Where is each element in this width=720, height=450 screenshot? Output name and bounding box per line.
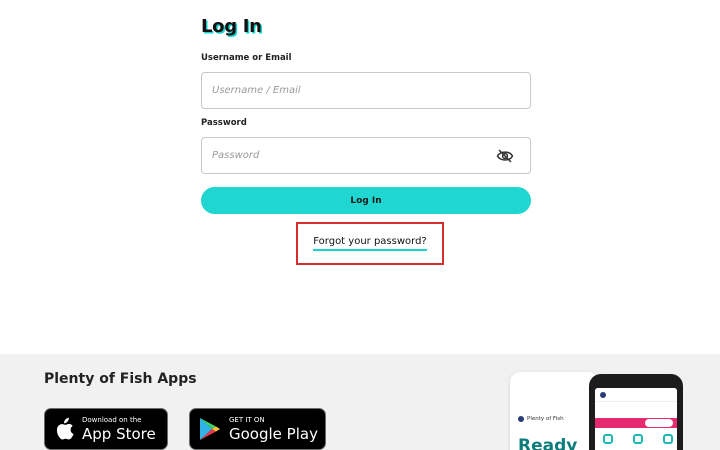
login-button[interactable]: Log In xyxy=(201,187,531,214)
search-icon xyxy=(663,434,673,444)
promo-headline: Ready xyxy=(518,436,578,450)
forgot-password-highlight: Forgot your password? xyxy=(296,222,444,265)
phone-mockup xyxy=(589,374,683,450)
app-store-small-text: Download on the xyxy=(82,415,142,424)
login-form: Log In Username or Email Password Log In xyxy=(201,14,531,214)
chat-icon xyxy=(603,434,613,444)
phone-cta xyxy=(645,419,673,427)
fish-logo-icon xyxy=(518,416,524,422)
password-input[interactable] xyxy=(202,138,530,173)
google-play-icon xyxy=(200,418,220,440)
google-play-small-text: GET IT ON xyxy=(229,415,265,424)
forgot-password-link[interactable]: Forgot your password? xyxy=(313,236,427,251)
apple-icon xyxy=(56,417,74,440)
password-field-wrapper xyxy=(201,137,531,174)
google-play-big-text: Google Play xyxy=(229,424,318,443)
phone-screen xyxy=(595,388,677,450)
app-logo-icon xyxy=(600,392,606,398)
username-input[interactable] xyxy=(202,73,530,108)
phone-app-bar xyxy=(595,388,677,402)
password-label: Password xyxy=(201,118,247,128)
app-promo-card: Plenty of Fish Ready xyxy=(510,372,598,450)
promo-brand-text: Plenty of Fish xyxy=(527,416,564,422)
google-play-button[interactable]: GET IT ON Google Play xyxy=(189,408,326,450)
promo-brand: Plenty of Fish xyxy=(518,416,564,422)
username-field-wrapper xyxy=(201,72,531,109)
apps-footer: Plenty of Fish Apps Download on the App … xyxy=(0,354,720,450)
home-icon xyxy=(633,434,643,444)
eye-off-icon[interactable] xyxy=(496,148,514,164)
page-title: Log In xyxy=(201,16,262,37)
app-store-button[interactable]: Download on the App Store xyxy=(44,408,168,450)
app-store-big-text: App Store xyxy=(82,424,156,443)
username-label: Username or Email xyxy=(201,53,292,63)
footer-title: Plenty of Fish Apps xyxy=(44,371,197,387)
phone-nav xyxy=(603,434,673,444)
